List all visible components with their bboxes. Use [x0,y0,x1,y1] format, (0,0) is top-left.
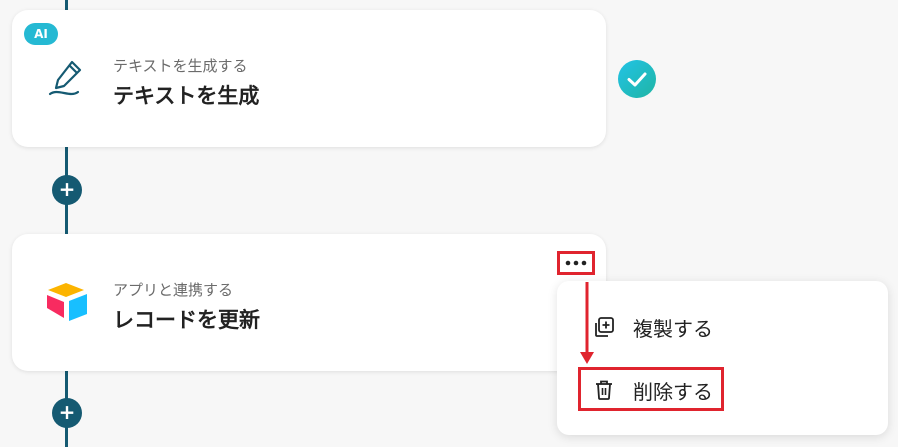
more-options-button[interactable] [557,251,595,275]
annotation-arrow [580,282,594,364]
step-title: レコードを更新 [113,308,260,332]
ellipsis-icon [565,260,587,266]
step-card-update-record[interactable]: アプリと連携する レコードを更新 [12,234,606,371]
check-icon [618,60,656,98]
pen-icon [44,54,92,102]
step-card-generate-text[interactable]: AI テキストを生成する テキストを生成 [12,10,606,147]
plus-icon: + [58,400,76,424]
delete-highlight-box [578,367,724,411]
step-subtitle: アプリと連携する [113,281,234,299]
step-context-menu: 複製する 削除する [557,281,888,435]
airtable-logo [44,278,92,326]
add-step-button[interactable]: + [52,398,82,428]
add-step-button[interactable]: + [52,175,82,205]
plus-icon: + [58,177,76,201]
step-subtitle: テキストを生成する [113,57,248,75]
step-title: テキストを生成 [113,84,260,108]
ai-badge: AI [24,23,58,45]
menu-item-duplicate[interactable]: 複製する [593,308,713,346]
menu-item-label: 複製する [633,316,713,341]
